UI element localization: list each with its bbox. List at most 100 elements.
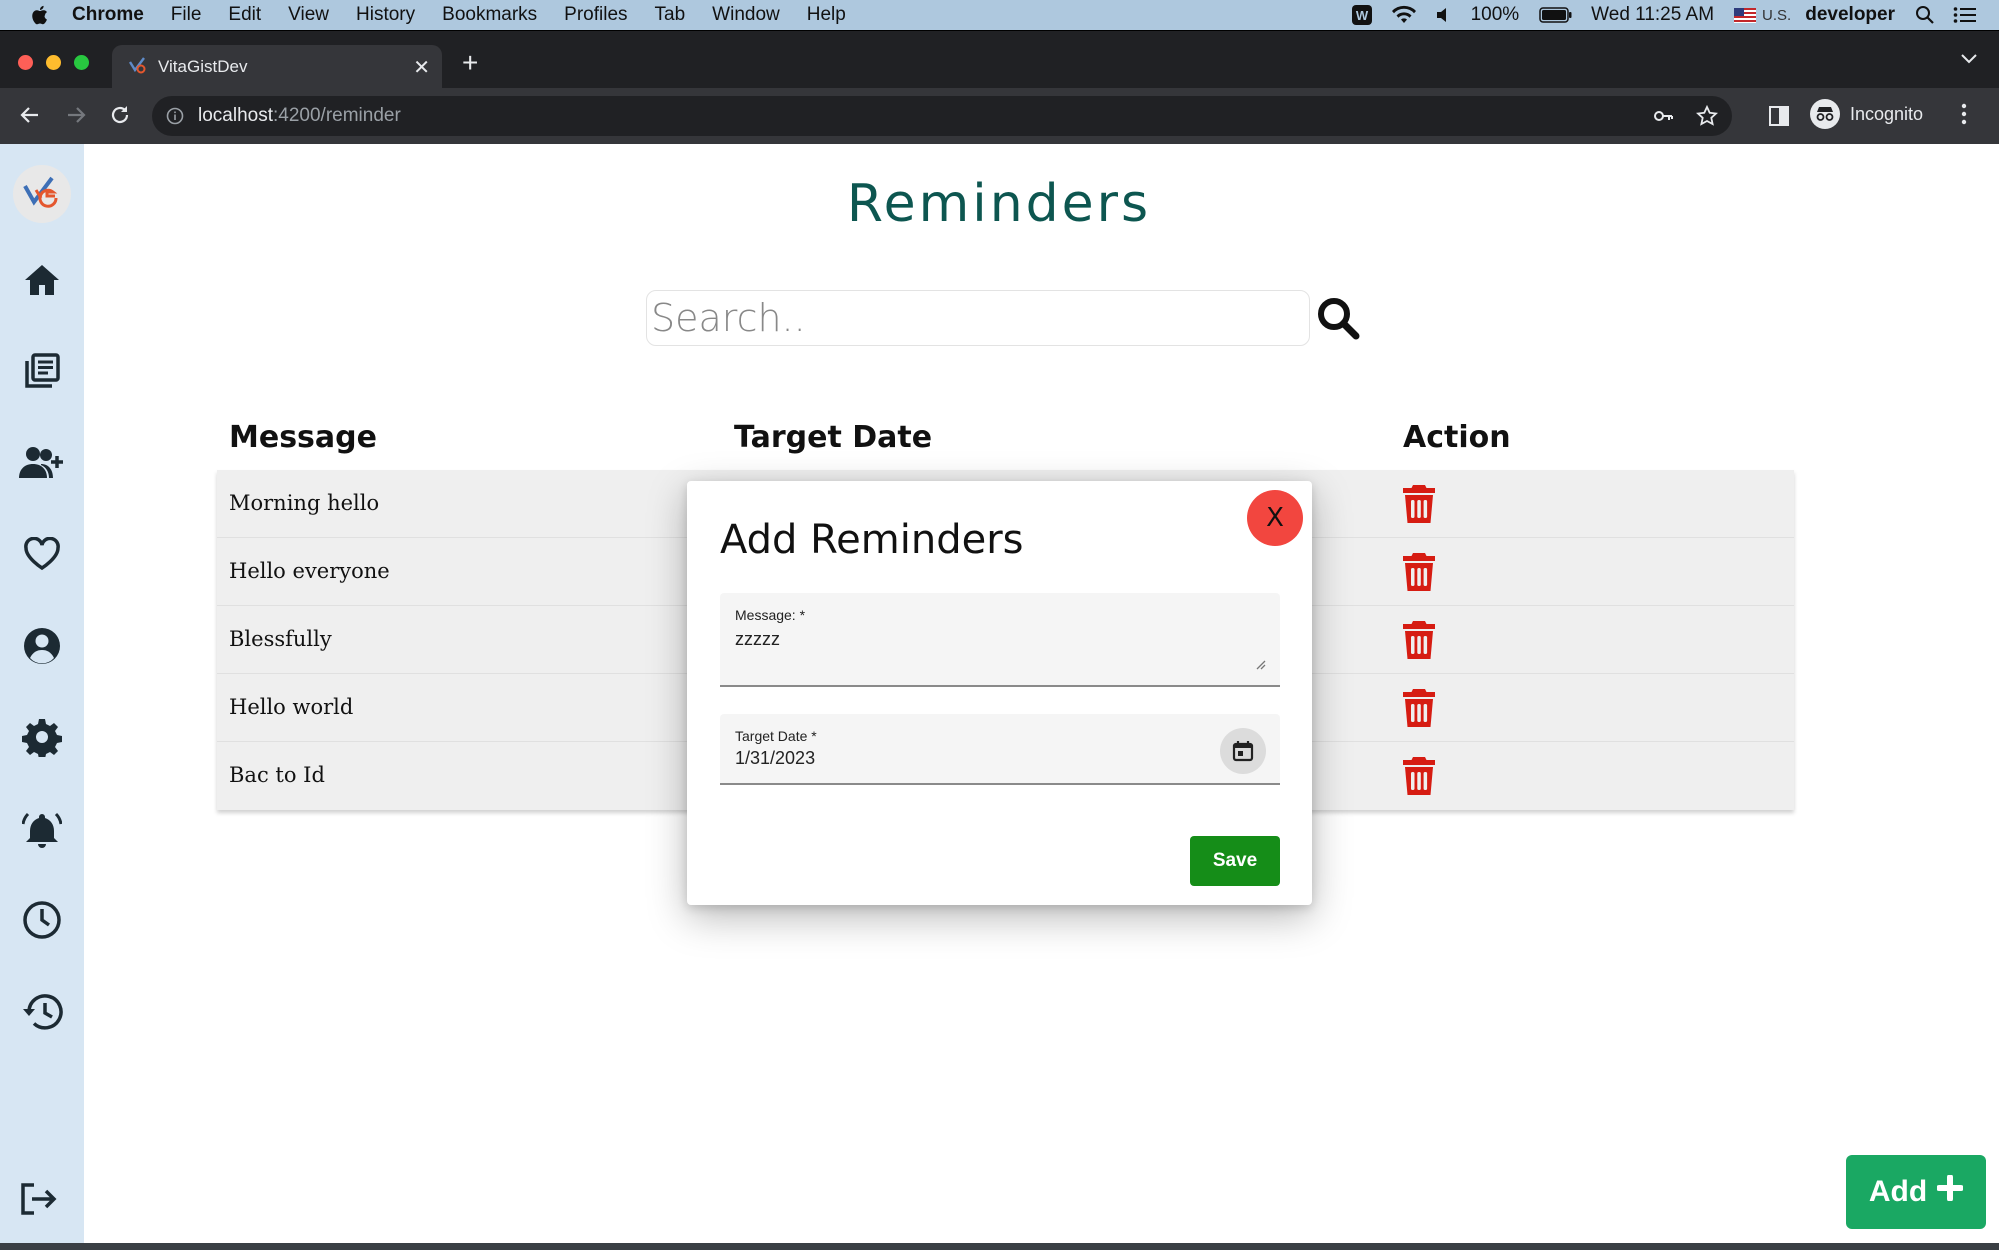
tab-title: VitaGistDev [158, 57, 248, 76]
incognito-label: Incognito [1850, 103, 1924, 124]
window-bottom-edge [0, 1243, 1999, 1250]
add-user-icon [19, 446, 65, 485]
url-host: localhost [198, 105, 273, 126]
column-header-target-date: Target Date [734, 420, 933, 455]
row-message: Morning hello [229, 491, 380, 515]
sidebar-item-settings[interactable] [0, 709, 84, 769]
menu-window[interactable]: Window [712, 4, 780, 26]
control-center-icon[interactable] [1953, 6, 1977, 24]
save-button[interactable]: Save [1190, 836, 1280, 886]
sidebar-item-reminders[interactable] [0, 801, 84, 861]
row-message: Blessfully [229, 627, 332, 651]
svg-text:W: W [1355, 8, 1368, 23]
menubar-user[interactable]: developer [1805, 4, 1895, 26]
library-icon [23, 352, 61, 395]
battery-percent: 100% [1470, 4, 1520, 25]
bookmark-star-icon[interactable] [1695, 104, 1719, 133]
column-header-action: Action [1403, 420, 1511, 455]
vitagist-logo[interactable] [13, 165, 71, 223]
clock-icon [22, 900, 62, 945]
menu-tab[interactable]: Tab [655, 4, 686, 26]
window-zoom-button[interactable] [74, 55, 89, 70]
apple-icon[interactable] [26, 2, 52, 28]
tab-close-icon[interactable]: ✕ [413, 55, 430, 80]
dialog-close-button[interactable]: X [1247, 490, 1303, 546]
add-button-label: Add [1868, 1175, 1928, 1208]
address-bar[interactable]: localhost:4200/reminder [152, 96, 1732, 136]
delete-trash-icon[interactable] [1401, 483, 1437, 525]
search-bar [646, 290, 1360, 346]
incognito-icon [1810, 99, 1840, 129]
calendar-icon[interactable] [1220, 728, 1266, 774]
add-reminder-button[interactable]: Add [1846, 1155, 1986, 1229]
target-date-field[interactable]: Target Date * 1/31/2023 [720, 714, 1280, 785]
input-source-label[interactable]: U.S. [1762, 7, 1791, 24]
home-icon [23, 263, 61, 302]
sidebar-item-schedule[interactable] [0, 892, 84, 952]
search-icon[interactable] [1316, 296, 1360, 340]
browser-toolbar: localhost:4200/reminder Incognito [0, 88, 1999, 144]
delete-trash-icon[interactable] [1401, 687, 1437, 729]
wifi-icon[interactable] [1391, 5, 1417, 25]
new-tab-icon[interactable]: + [462, 49, 478, 77]
macos-menubar: Chrome File Edit View History Bookmarks … [0, 0, 1999, 30]
back-arrow-icon[interactable] [18, 103, 42, 132]
column-header-message: Message [229, 420, 377, 455]
tab-favicon-icon [128, 56, 146, 79]
page-viewport: Reminders Message Target Date Action Mor… [0, 144, 1999, 1243]
browser-tab-strip: VitaGistDev ✕ + [0, 30, 1999, 89]
target-date-field-label: Target Date * [735, 728, 817, 744]
delete-trash-icon[interactable] [1401, 755, 1437, 797]
menu-help[interactable]: Help [807, 4, 846, 26]
row-message: Bac to Id [229, 763, 325, 787]
menu-profiles[interactable]: Profiles [564, 4, 627, 26]
row-message: Hello world [229, 695, 354, 719]
window-close-button[interactable] [18, 55, 33, 70]
sidebar-item-history[interactable] [0, 984, 84, 1044]
tab-search-chevron-icon[interactable] [1961, 51, 1977, 69]
app-status-icon[interactable]: W [1351, 4, 1373, 26]
message-field-label: Message: * [735, 607, 806, 623]
add-reminder-dialog: Add Reminders X Message: * zzzzz Target … [687, 481, 1312, 905]
page-title: Reminders [846, 174, 1152, 234]
incognito-profile-button[interactable]: Incognito [1810, 99, 1923, 129]
sidebar-item-account[interactable] [0, 618, 84, 678]
menu-edit[interactable]: Edit [228, 4, 261, 26]
password-key-icon[interactable] [1652, 105, 1674, 133]
menu-file[interactable]: File [171, 4, 202, 26]
search-input[interactable] [646, 290, 1310, 346]
resize-handle-icon[interactable] [1254, 657, 1266, 675]
logout-icon [20, 1183, 58, 1220]
us-flag-icon[interactable] [1734, 7, 1757, 23]
site-info-icon[interactable] [166, 107, 184, 125]
menu-app-name[interactable]: Chrome [72, 4, 144, 26]
delete-trash-icon[interactable] [1401, 551, 1437, 593]
menu-history[interactable]: History [356, 4, 415, 26]
menu-view[interactable]: View [288, 4, 329, 26]
target-date-field-value[interactable]: 1/31/2023 [735, 748, 815, 769]
message-field[interactable]: Message: * zzzzz [720, 593, 1280, 687]
forward-arrow-icon[interactable] [64, 103, 88, 132]
window-minimize-button[interactable] [46, 55, 61, 70]
url-path: :4200/reminder [273, 105, 401, 126]
side-panel-icon[interactable] [1768, 105, 1790, 132]
menubar-clock[interactable]: Wed 11:25 AM [1591, 4, 1714, 26]
dialog-title: Add Reminders [720, 517, 1024, 563]
browser-tab-active[interactable]: VitaGistDev ✕ [112, 45, 442, 89]
battery-icon[interactable] [1539, 7, 1573, 23]
browser-menu-icon[interactable] [1960, 103, 1968, 130]
sidebar-item-library[interactable] [0, 343, 84, 403]
spotlight-search-icon[interactable] [1915, 5, 1935, 25]
reload-icon[interactable] [108, 103, 132, 132]
sidebar-item-add-user[interactable] [0, 435, 84, 495]
alarm-icon [21, 809, 63, 854]
sidebar-item-home[interactable] [0, 252, 84, 312]
row-message: Hello everyone [229, 559, 390, 583]
menu-bookmarks[interactable]: Bookmarks [442, 4, 537, 26]
message-field-value[interactable]: zzzzz [735, 629, 780, 650]
volume-icon[interactable] [1435, 6, 1453, 24]
sidebar-item-favorites[interactable] [0, 526, 84, 586]
sidebar-item-logout[interactable] [20, 1182, 58, 1221]
settings-icon [22, 717, 62, 762]
delete-trash-icon[interactable] [1401, 619, 1437, 661]
